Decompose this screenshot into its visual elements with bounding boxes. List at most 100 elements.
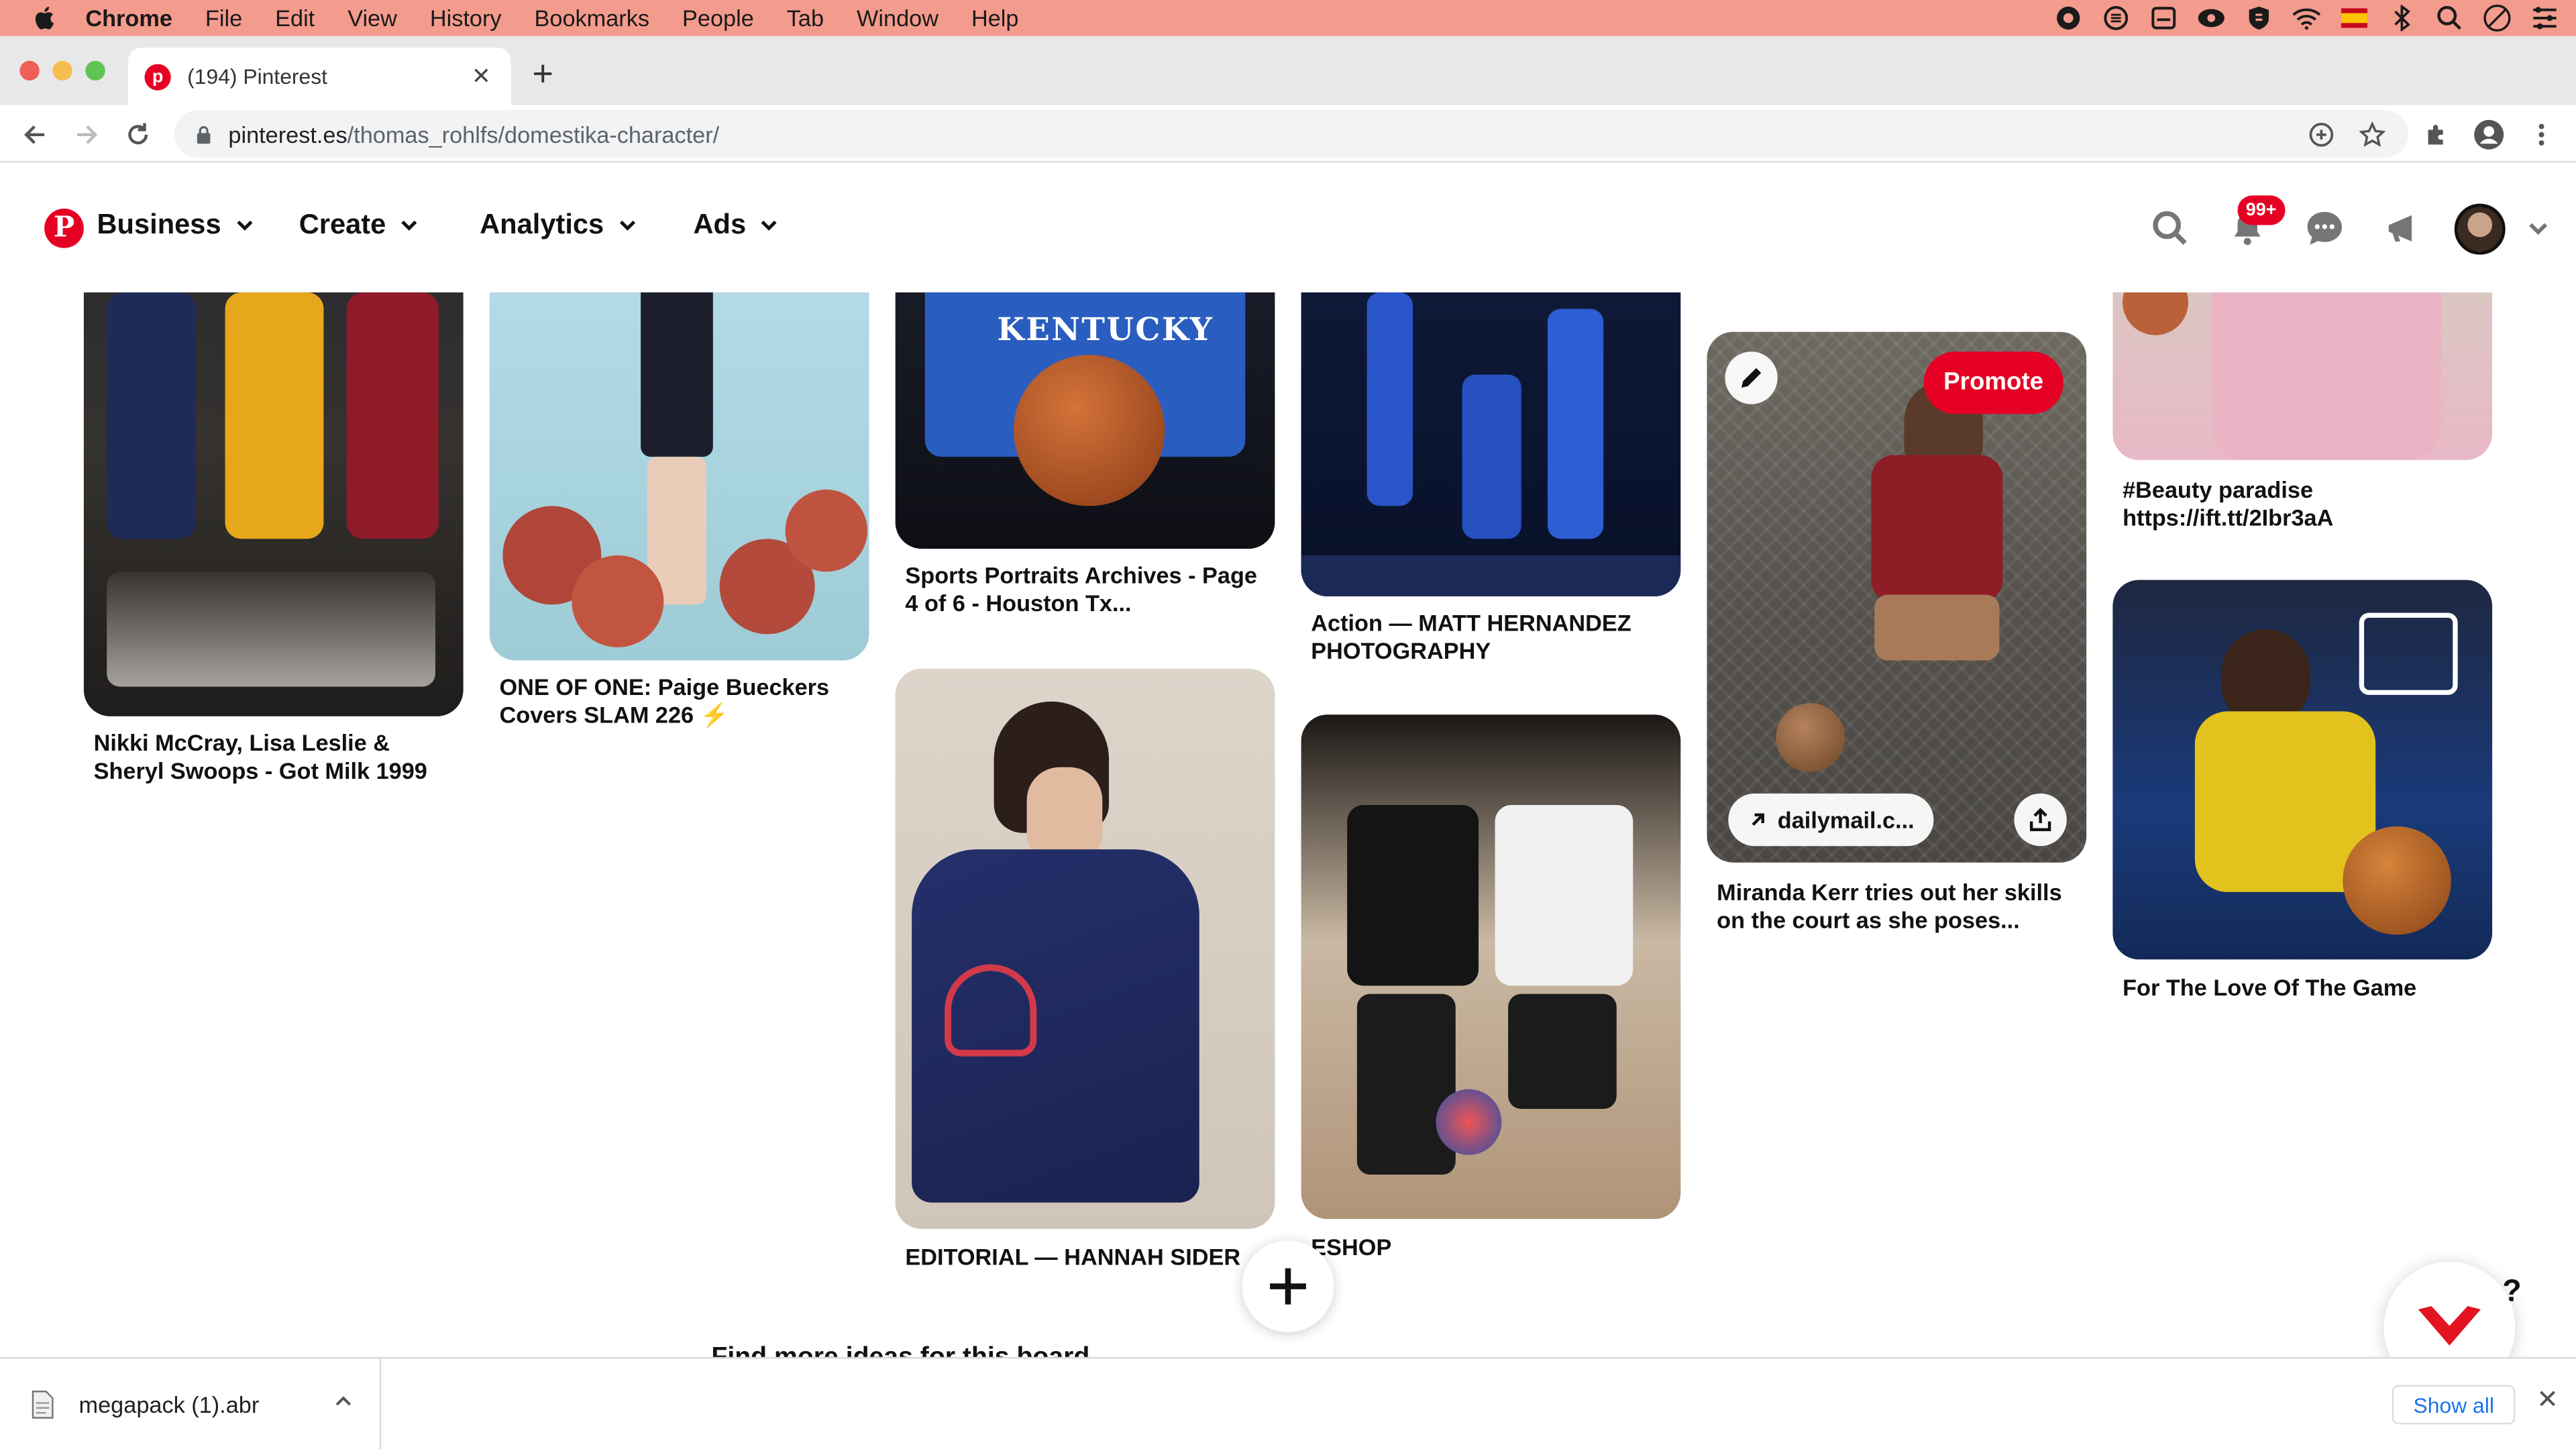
nav-ads[interactable]: Ads bbox=[693, 209, 779, 241]
apple-icon[interactable] bbox=[30, 3, 59, 33]
pinterest-favicon-icon: p bbox=[144, 63, 171, 90]
menu-history[interactable]: History bbox=[430, 0, 502, 36]
show-all-downloads-button[interactable]: Show all bbox=[2392, 1385, 2516, 1425]
install-app-button[interactable] bbox=[2303, 117, 2339, 153]
pin-title[interactable]: #Beauty paradise https://ift.tt/2Ibr3aA bbox=[2123, 476, 2484, 532]
pin-title[interactable]: EDITORIAL — HANNAH SIDER bbox=[905, 1244, 1267, 1272]
chevron-down-icon bbox=[619, 220, 635, 231]
jersey-decor bbox=[107, 292, 196, 539]
pin-image[interactable] bbox=[1301, 292, 1681, 596]
jersey-decor bbox=[225, 292, 324, 539]
extensions-button[interactable] bbox=[2418, 117, 2455, 153]
add-circle-icon bbox=[2309, 123, 2334, 147]
arrow-right-icon bbox=[77, 125, 98, 144]
reload-button[interactable] bbox=[120, 117, 156, 153]
chrome-menu-button[interactable] bbox=[2524, 117, 2560, 153]
control-center-icon[interactable] bbox=[2528, 3, 2560, 34]
announcements-button[interactable] bbox=[2381, 207, 2424, 250]
chevron-up-icon[interactable] bbox=[333, 1391, 353, 1411]
tab-title: (194) Pinterest bbox=[187, 64, 327, 89]
browser-tab-strip: p (194) Pinterest ✕ + bbox=[0, 36, 2576, 105]
menu-window[interactable]: Window bbox=[857, 0, 938, 36]
menu-edit[interactable]: Edit bbox=[275, 0, 315, 36]
wifi-icon[interactable] bbox=[2290, 3, 2322, 34]
athlete-decor bbox=[1547, 309, 1604, 539]
account-menu-button[interactable] bbox=[2517, 207, 2560, 250]
pin-image[interactable] bbox=[895, 668, 1275, 1229]
window-close-button[interactable] bbox=[19, 60, 40, 80]
pin-title[interactable]: Nikki McCray, Lisa Leslie & Sheryl Swoop… bbox=[94, 729, 455, 785]
file-icon bbox=[32, 1391, 54, 1419]
messages-button[interactable] bbox=[2303, 207, 2346, 250]
bookmark-button[interactable] bbox=[2354, 117, 2390, 153]
tab-pinterest[interactable]: p (194) Pinterest ✕ bbox=[128, 48, 511, 105]
shorts-decor bbox=[1508, 994, 1617, 1110]
menu-bookmarks[interactable]: Bookmarks bbox=[535, 0, 650, 36]
ball-decor bbox=[2343, 826, 2451, 935]
pencil-icon bbox=[1741, 368, 1762, 388]
share-pin-button[interactable] bbox=[2014, 793, 2067, 847]
nav-ads-label: Ads bbox=[693, 209, 747, 240]
close-download-shelf-icon[interactable]: ✕ bbox=[2536, 1387, 2559, 1413]
pin-image[interactable] bbox=[2112, 580, 2493, 960]
nav-create[interactable]: Create bbox=[299, 209, 419, 241]
close-icon[interactable]: ✕ bbox=[472, 64, 494, 87]
menu-people[interactable]: People bbox=[682, 0, 754, 36]
menu-view[interactable]: View bbox=[347, 0, 397, 36]
search-button[interactable] bbox=[2149, 207, 2192, 250]
siri-icon[interactable] bbox=[2481, 3, 2512, 34]
new-tab-button[interactable]: + bbox=[532, 55, 553, 91]
ball-decor bbox=[1776, 703, 1845, 773]
creative-cloud-icon[interactable] bbox=[2052, 3, 2084, 34]
pin-image[interactable] bbox=[489, 292, 869, 661]
menu-file[interactable]: File bbox=[205, 0, 242, 36]
sync-icon[interactable] bbox=[2100, 3, 2131, 34]
promote-button[interactable]: Promote bbox=[1923, 352, 2063, 415]
nav-business[interactable]: Business bbox=[97, 209, 254, 241]
pin-title[interactable]: ONE OF ONE: Paige Bueckers Covers SLAM 2… bbox=[499, 674, 861, 729]
profile-button[interactable] bbox=[2471, 117, 2507, 153]
screen-icon[interactable] bbox=[2147, 3, 2179, 34]
edit-pin-button[interactable] bbox=[1725, 352, 1778, 405]
shirt-decor bbox=[1495, 805, 1633, 986]
menu-tab[interactable]: Tab bbox=[787, 0, 824, 36]
search-icon bbox=[2153, 211, 2187, 246]
pin-title[interactable]: Miranda Kerr tries out her skills on the… bbox=[1717, 879, 2078, 934]
pin-title[interactable]: Action — MATT HERNANDEZ PHOTOGRAPHY bbox=[1311, 610, 1672, 665]
pin-image[interactable] bbox=[83, 292, 464, 716]
back-button[interactable] bbox=[16, 117, 52, 153]
bluetooth-icon[interactable] bbox=[2385, 3, 2417, 34]
ball-decor bbox=[572, 555, 664, 647]
pin-title[interactable]: For The Love Of The Game bbox=[2123, 974, 2484, 1002]
floor-decor bbox=[1301, 555, 1681, 596]
download-item[interactable]: megapack (1).abr bbox=[0, 1358, 382, 1449]
shirt-decor bbox=[1347, 805, 1479, 986]
kentucky-jersey-graphic: KENTUCKY bbox=[997, 312, 1214, 349]
pin-image[interactable] bbox=[2112, 292, 2493, 460]
pin-title[interactable]: ESHOP bbox=[1311, 1234, 1672, 1262]
flag-icon[interactable] bbox=[2338, 3, 2369, 34]
address-bar[interactable]: pinterest.es/thomas_rohlfs/domestika-cha… bbox=[174, 110, 2409, 158]
pin-image[interactable] bbox=[1301, 714, 1681, 1220]
eye-icon[interactable] bbox=[2195, 3, 2226, 34]
pin-image[interactable]: KENTUCKY bbox=[895, 292, 1275, 549]
shield-icon[interactable] bbox=[2243, 3, 2274, 34]
url-path: /thomas_rohlfs/domestika-character/ bbox=[347, 121, 720, 148]
window-zoom-button[interactable] bbox=[85, 60, 105, 80]
pinterest-logo-icon[interactable]: P bbox=[44, 209, 84, 248]
source-link-button[interactable]: dailymail.c... bbox=[1728, 793, 1935, 847]
chevron-down-icon bbox=[401, 220, 417, 231]
nav-business-label: Business bbox=[97, 209, 221, 240]
lock-icon[interactable] bbox=[194, 124, 213, 144]
add-pin-button[interactable] bbox=[1242, 1240, 1334, 1333]
nav-analytics[interactable]: Analytics bbox=[480, 209, 637, 241]
pin-title[interactable]: Sports Portraits Archives - Page 4 of 6 … bbox=[905, 562, 1267, 618]
menu-help[interactable]: Help bbox=[971, 0, 1019, 36]
notification-count-badge: 99+ bbox=[2237, 195, 2285, 225]
window-minimize-button[interactable] bbox=[52, 60, 72, 80]
menu-chrome[interactable]: Chrome bbox=[85, 0, 172, 36]
forward-button[interactable] bbox=[69, 117, 105, 153]
search-icon[interactable] bbox=[2433, 3, 2465, 34]
avatar[interactable] bbox=[2454, 203, 2506, 255]
jersey-decor bbox=[346, 292, 439, 539]
